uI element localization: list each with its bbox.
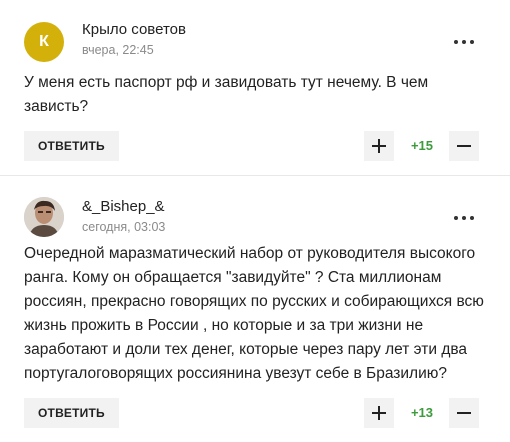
- more-icon[interactable]: [452, 208, 476, 228]
- comment: &_Bishep_& сегодня, 03:03 Очередной мара…: [0, 180, 510, 442]
- reply-button[interactable]: ОТВЕТИТЬ: [24, 398, 119, 428]
- minus-icon: [457, 145, 471, 147]
- comment: К Крыло советов вчера, 22:45 У меня есть…: [0, 0, 510, 172]
- more-icon[interactable]: [452, 32, 476, 52]
- reply-button[interactable]: ОТВЕТИТЬ: [24, 131, 119, 161]
- avatar-letter: К: [39, 33, 49, 50]
- upvote-button[interactable]: [364, 131, 394, 161]
- downvote-button[interactable]: [449, 398, 479, 428]
- upvote-button[interactable]: [364, 398, 394, 428]
- comment-author[interactable]: &_Bishep_&: [82, 198, 165, 215]
- comment-text: Очередной маразматический набор от руков…: [24, 245, 484, 382]
- minus-icon: [457, 412, 471, 414]
- vote-score: +13: [410, 405, 434, 420]
- comment-time: сегодня, 03:03: [82, 220, 166, 234]
- avatar[interactable]: [24, 197, 64, 237]
- comment-divider: [0, 175, 510, 176]
- avatar[interactable]: К: [24, 22, 64, 62]
- vote-score: +15: [410, 138, 434, 153]
- downvote-button[interactable]: [449, 131, 479, 161]
- comment-author[interactable]: Крыло советов: [82, 21, 186, 38]
- avatar-photo: [24, 197, 64, 237]
- comment-time: вчера, 22:45: [82, 43, 154, 57]
- comment-text: У меня есть паспорт рф и завидовать тут …: [24, 74, 429, 115]
